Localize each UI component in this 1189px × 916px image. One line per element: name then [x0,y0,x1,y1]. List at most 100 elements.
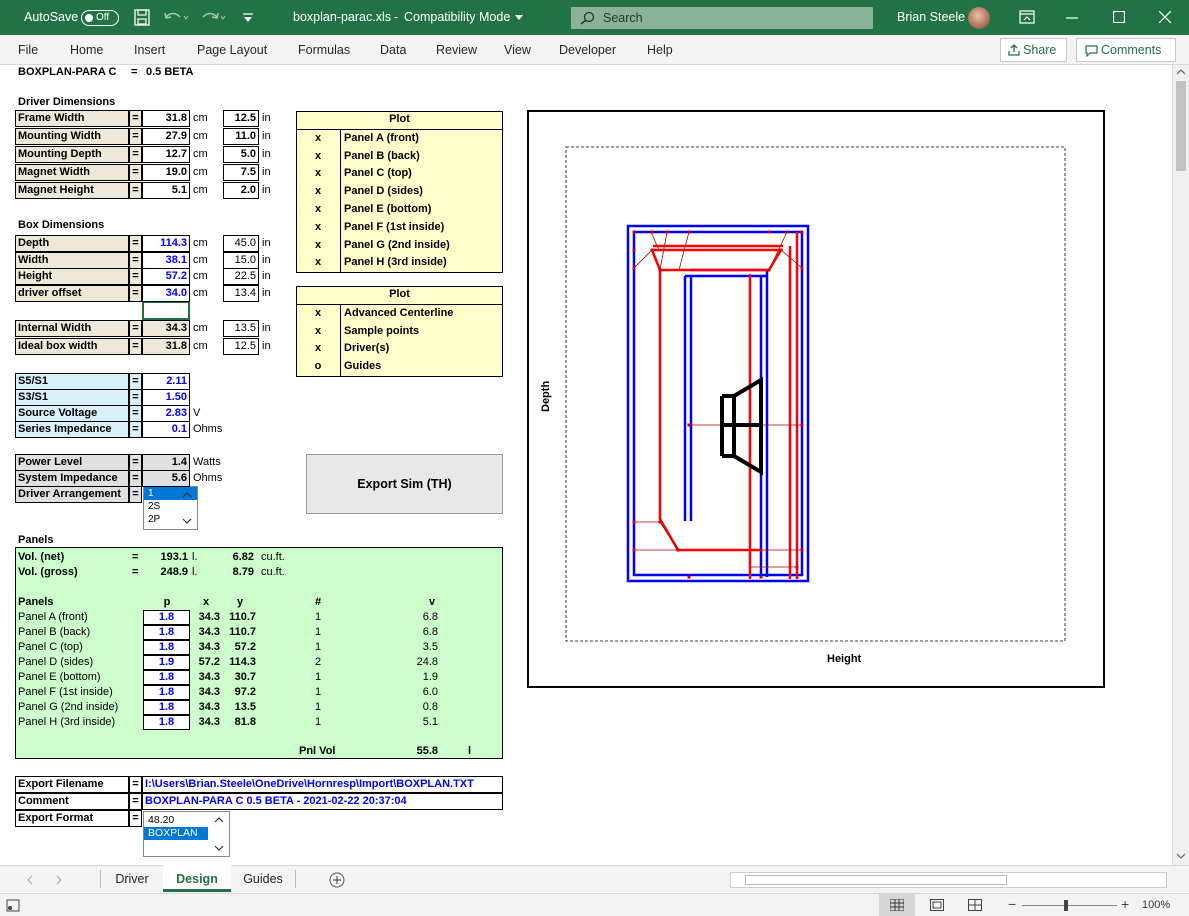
export-value[interactable]: BOXPLAN-PARA C 0.5 BETA - 2021-02-22 20:… [142,793,503,810]
panel-p-value[interactable]: 1.8 [143,610,190,625]
plot-toggle[interactable]: x [296,184,340,199]
plot-toggle[interactable]: o [296,359,340,374]
panel-p-value[interactable]: 1.8 [143,670,190,685]
scroll-arrows-icon[interactable] [182,491,192,525]
panel-p-value[interactable]: 1.8 [143,700,190,715]
panel-volume: 24.8 [416,656,438,668]
add-sheet-icon[interactable] [329,872,345,888]
scroll-down-icon[interactable] [1177,853,1185,859]
panel-p-value[interactable]: 1.8 [143,715,190,730]
menu-view[interactable]: View [504,43,531,57]
col-x: x [202,596,210,608]
tab-design[interactable]: Design [163,866,231,892]
zoom-out-icon[interactable]: − [1008,897,1016,912]
panel-p-value[interactable]: 1.8 [143,640,190,655]
menu-data[interactable]: Data [380,43,406,57]
menu-review[interactable]: Review [436,43,477,57]
plot-toggle[interactable]: x [296,149,340,164]
vol-label: Vol. (gross) [18,566,78,578]
ratio-value[interactable]: 1.50 [142,389,190,406]
scroll-thumb[interactable] [1176,81,1186,171]
page-break-icon[interactable] [968,899,982,911]
dim-value-cm[interactable]: 27.9 [142,128,190,145]
ratio-value[interactable]: 0.1 [142,421,190,438]
plot-divider [296,128,503,130]
panel-y: 110.7 [229,626,256,638]
menu-page-layout[interactable]: Page Layout [197,43,267,57]
dim-value-cm[interactable]: 114.3 [142,235,190,252]
comments-button[interactable]: Comments [1076,38,1176,62]
export-sim-button[interactable]: Export Sim (TH) [306,454,503,514]
horizontal-scrollbar[interactable] [730,872,1167,888]
eq-sign: = [129,182,142,199]
scroll-arrows-icon[interactable] [214,816,224,852]
menu-help[interactable]: Help [647,43,673,57]
dim-value-cm[interactable]: 12.7 [142,146,190,163]
search-box[interactable]: Search [571,7,873,29]
dim-value-cm[interactable]: 38.1 [142,251,190,269]
ratio-label: Series Impedance [15,421,129,438]
dim-value-cm[interactable]: 5.1 [142,182,190,199]
user-name[interactable]: Brian Steele [897,0,965,35]
compat-mode[interactable]: Compatibility Mode [404,0,510,35]
menu-formulas[interactable]: Formulas [298,43,350,57]
menu-file[interactable]: File [18,43,38,57]
page-layout-icon[interactable] [930,899,944,911]
export-value[interactable]: I:\Users\Brian.Steele\OneDrive\Hornresp\… [142,776,503,793]
dim-value-cm[interactable]: 31.8 [142,338,190,355]
zoom-slider[interactable] [1022,905,1117,906]
dim-value-cm[interactable]: 31.8 [142,110,190,127]
tab-driver[interactable]: Driver [101,866,163,892]
autosave-toggle[interactable]: Off [81,10,119,26]
selected-cell[interactable] [142,301,190,320]
close-icon[interactable] [1159,11,1171,23]
plot-toggle[interactable]: x [296,255,340,270]
redo-icon[interactable] [200,10,226,25]
share-button[interactable]: Share [1000,38,1067,62]
plot-toggle[interactable]: x [296,220,340,235]
dim-value-cm[interactable]: 19.0 [142,164,190,181]
plot-toggle[interactable]: x [296,341,340,356]
normal-view-button[interactable] [879,894,915,916]
dim-value-cm[interactable]: 34.0 [142,285,190,303]
save-icon[interactable] [134,9,150,26]
panel-p-value[interactable]: 1.8 [143,625,190,640]
plot-toggle[interactable]: x [296,306,340,321]
tab-scroll-icons[interactable] [27,875,67,885]
customize-qat-icon[interactable] [242,12,254,24]
plot-toggle[interactable]: x [296,202,340,217]
menu-developer[interactable]: Developer [559,43,616,57]
ribbon-display-icon[interactable] [1019,10,1035,24]
plot-toggle[interactable]: x [296,324,340,339]
power-unit: Watts [193,456,221,468]
h-scroll-thumb[interactable] [745,875,1007,885]
pnl-vol-value: 55.8 [416,745,438,757]
zoom-level[interactable]: 100% [1142,898,1170,913]
zoom-slider-thumb[interactable] [1064,900,1068,911]
worksheet[interactable]: BOXPLAN-PARA C = 0.5 BETA Driver Dimensi… [0,65,1172,865]
zoom-in-icon[interactable]: + [1121,897,1129,912]
tab-guides[interactable]: Guides [231,866,295,892]
maximize-icon[interactable] [1113,11,1125,23]
export-format-dropdown[interactable]: 48.20 BOXPLAN [143,811,230,857]
dim-value-cm[interactable]: 34.3 [142,320,190,337]
undo-icon[interactable] [163,10,189,25]
menu-insert[interactable]: Insert [134,43,165,57]
format-option[interactable]: BOXPLAN [144,827,208,840]
vertical-scrollbar[interactable] [1172,65,1189,865]
minimize-icon[interactable] [1066,17,1078,19]
plot-col-divider [340,303,341,377]
plot-toggle[interactable]: x [296,131,340,146]
scroll-up-icon[interactable] [1177,69,1185,75]
driver-arrangement-dropdown[interactable]: 1 2S 2P [143,486,198,530]
ratio-value[interactable]: 2.11 [142,373,190,390]
avatar[interactable] [968,7,990,29]
panel-p-value[interactable]: 1.8 [143,685,190,700]
macro-record-icon[interactable] [6,899,20,912]
panel-p-value[interactable]: 1.9 [143,655,190,670]
dim-value-cm[interactable]: 57.2 [142,268,190,286]
menu-home[interactable]: Home [70,43,103,57]
ratio-value[interactable]: 2.83 [142,405,190,422]
plot-toggle[interactable]: x [296,166,340,181]
plot-toggle[interactable]: x [296,238,340,253]
